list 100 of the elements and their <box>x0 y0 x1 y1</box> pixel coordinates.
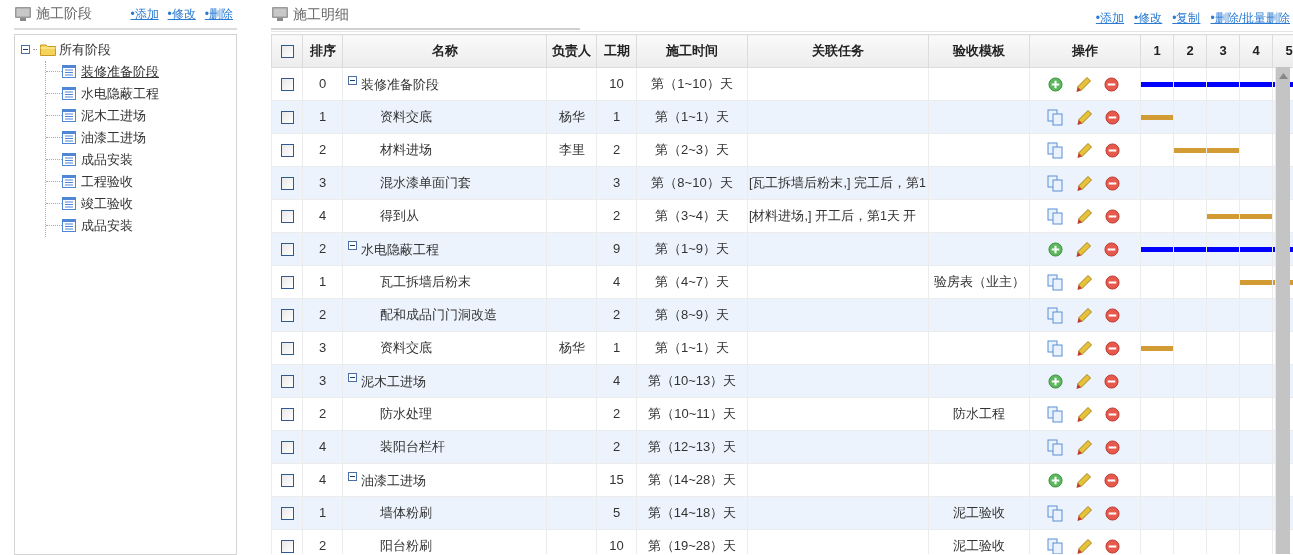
pencil-icon[interactable] <box>1076 405 1093 423</box>
checkbox[interactable] <box>280 440 294 454</box>
tree-item[interactable]: 工程验收 <box>81 171 133 192</box>
pencil-icon[interactable] <box>1075 75 1092 93</box>
delete-icon[interactable] <box>1104 241 1119 257</box>
tree-item[interactable]: 水电隐蔽工程 <box>81 83 159 104</box>
tree-item[interactable]: 泥木工进场 <box>81 105 146 126</box>
checkbox[interactable] <box>280 143 294 157</box>
scrollbar[interactable] <box>1275 67 1290 554</box>
tree-item[interactable]: 所有阶段 <box>59 39 111 60</box>
stage-name: 水电隐蔽工程 <box>361 240 439 258</box>
collapse-icon[interactable] <box>348 240 357 250</box>
pencil-icon[interactable] <box>1076 108 1093 126</box>
tree-item[interactable]: 成品安装 <box>81 215 133 236</box>
add-icon[interactable] <box>1048 241 1063 257</box>
checkbox[interactable] <box>280 110 294 124</box>
collapse-icon[interactable] <box>348 372 357 382</box>
duration: 2 <box>612 406 621 422</box>
schedule-time: 第（10~13）天 <box>647 373 737 389</box>
delete-icon[interactable] <box>1105 142 1120 158</box>
pencil-icon[interactable] <box>1076 339 1093 357</box>
column-header: 工期 <box>603 43 630 59</box>
duration: 2 <box>612 439 621 455</box>
checkbox[interactable] <box>280 506 294 520</box>
task-name: 混水漆单面门套 <box>380 175 471 191</box>
action-link[interactable]: •添加 <box>130 4 159 23</box>
delete-icon[interactable] <box>1105 274 1120 290</box>
pencil-icon[interactable] <box>1075 471 1092 489</box>
tree-item[interactable]: 装修准备阶段 <box>81 61 159 82</box>
tree-item[interactable]: 成品安装 <box>81 149 133 170</box>
pencil-icon[interactable] <box>1075 372 1092 390</box>
table-icon <box>62 153 76 167</box>
delete-icon[interactable] <box>1105 406 1120 422</box>
tree-item[interactable]: 竣工验收 <box>81 193 133 214</box>
delete-icon[interactable] <box>1105 340 1120 356</box>
order-number: 1 <box>318 109 327 125</box>
collapse-icon[interactable] <box>348 75 357 85</box>
checkbox[interactable] <box>280 374 294 388</box>
task-name: 防水处理 <box>380 406 432 422</box>
delete-icon[interactable] <box>1105 307 1120 323</box>
delete-icon[interactable] <box>1105 208 1120 224</box>
folder-icon <box>40 43 56 57</box>
order-number: 2 <box>318 307 327 323</box>
tree-item[interactable]: 油漆工进场 <box>81 127 146 148</box>
collapse-icon[interactable] <box>348 471 357 481</box>
order-number: 3 <box>318 340 327 356</box>
delete-icon[interactable] <box>1105 439 1120 455</box>
duration: 4 <box>612 373 621 389</box>
order-number: 4 <box>318 472 327 488</box>
stage-name: 装修准备阶段 <box>361 75 439 93</box>
checkbox[interactable] <box>280 341 294 355</box>
delete-icon[interactable] <box>1104 373 1119 389</box>
checkbox[interactable] <box>280 44 294 58</box>
checkbox[interactable] <box>280 473 294 487</box>
pencil-icon[interactable] <box>1076 141 1093 159</box>
order-number: 2 <box>318 241 327 257</box>
order-number: 2 <box>318 538 327 554</box>
action-link[interactable]: •修改 <box>1134 9 1163 27</box>
day-header: 5 <box>1285 43 1293 59</box>
table-icon <box>62 175 76 189</box>
related-task: [材料进场,] 开工后，第1天 开 <box>748 209 917 224</box>
checkbox[interactable] <box>280 242 294 256</box>
checkbox[interactable] <box>280 77 294 91</box>
pencil-icon[interactable] <box>1076 306 1093 324</box>
delete-icon[interactable] <box>1105 538 1120 554</box>
pencil-icon[interactable] <box>1075 240 1092 258</box>
action-link[interactable]: •删除/批量删除 <box>1210 9 1290 27</box>
column-header: 关联任务 <box>812 43 864 59</box>
pencil-icon[interactable] <box>1076 504 1093 522</box>
pencil-icon[interactable] <box>1076 174 1093 192</box>
order-number: 2 <box>318 142 327 158</box>
delete-icon[interactable] <box>1105 109 1120 125</box>
delete-icon[interactable] <box>1105 175 1120 191</box>
table-icon <box>62 197 76 211</box>
action-link[interactable]: •删除 <box>204 4 233 23</box>
order-number: 4 <box>318 208 327 224</box>
delete-icon[interactable] <box>1104 472 1119 488</box>
action-link[interactable]: •修改 <box>167 4 196 23</box>
checkbox[interactable] <box>280 308 294 322</box>
checkbox[interactable] <box>280 275 294 289</box>
action-link[interactable]: •复制 <box>1172 9 1201 27</box>
add-icon[interactable] <box>1048 373 1063 389</box>
column-header: 施工时间 <box>666 43 718 59</box>
checkbox[interactable] <box>280 407 294 421</box>
task-name: 装阳台栏杆 <box>380 439 445 455</box>
delete-icon[interactable] <box>1104 76 1119 92</box>
pencil-icon[interactable] <box>1076 273 1093 291</box>
pencil-icon[interactable] <box>1076 438 1093 456</box>
add-icon[interactable] <box>1048 76 1063 92</box>
collapse-icon[interactable] <box>21 45 30 55</box>
checkbox[interactable] <box>280 539 294 553</box>
checkbox[interactable] <box>280 209 294 223</box>
delete-icon[interactable] <box>1105 505 1120 521</box>
add-icon[interactable] <box>1048 472 1063 488</box>
checkbox[interactable] <box>280 176 294 190</box>
task-name: 得到从 <box>380 208 419 224</box>
pencil-icon[interactable] <box>1076 537 1093 554</box>
panel-title: 施工阶段 <box>36 4 92 24</box>
action-link[interactable]: •添加 <box>1095 9 1125 27</box>
pencil-icon[interactable] <box>1076 207 1093 225</box>
